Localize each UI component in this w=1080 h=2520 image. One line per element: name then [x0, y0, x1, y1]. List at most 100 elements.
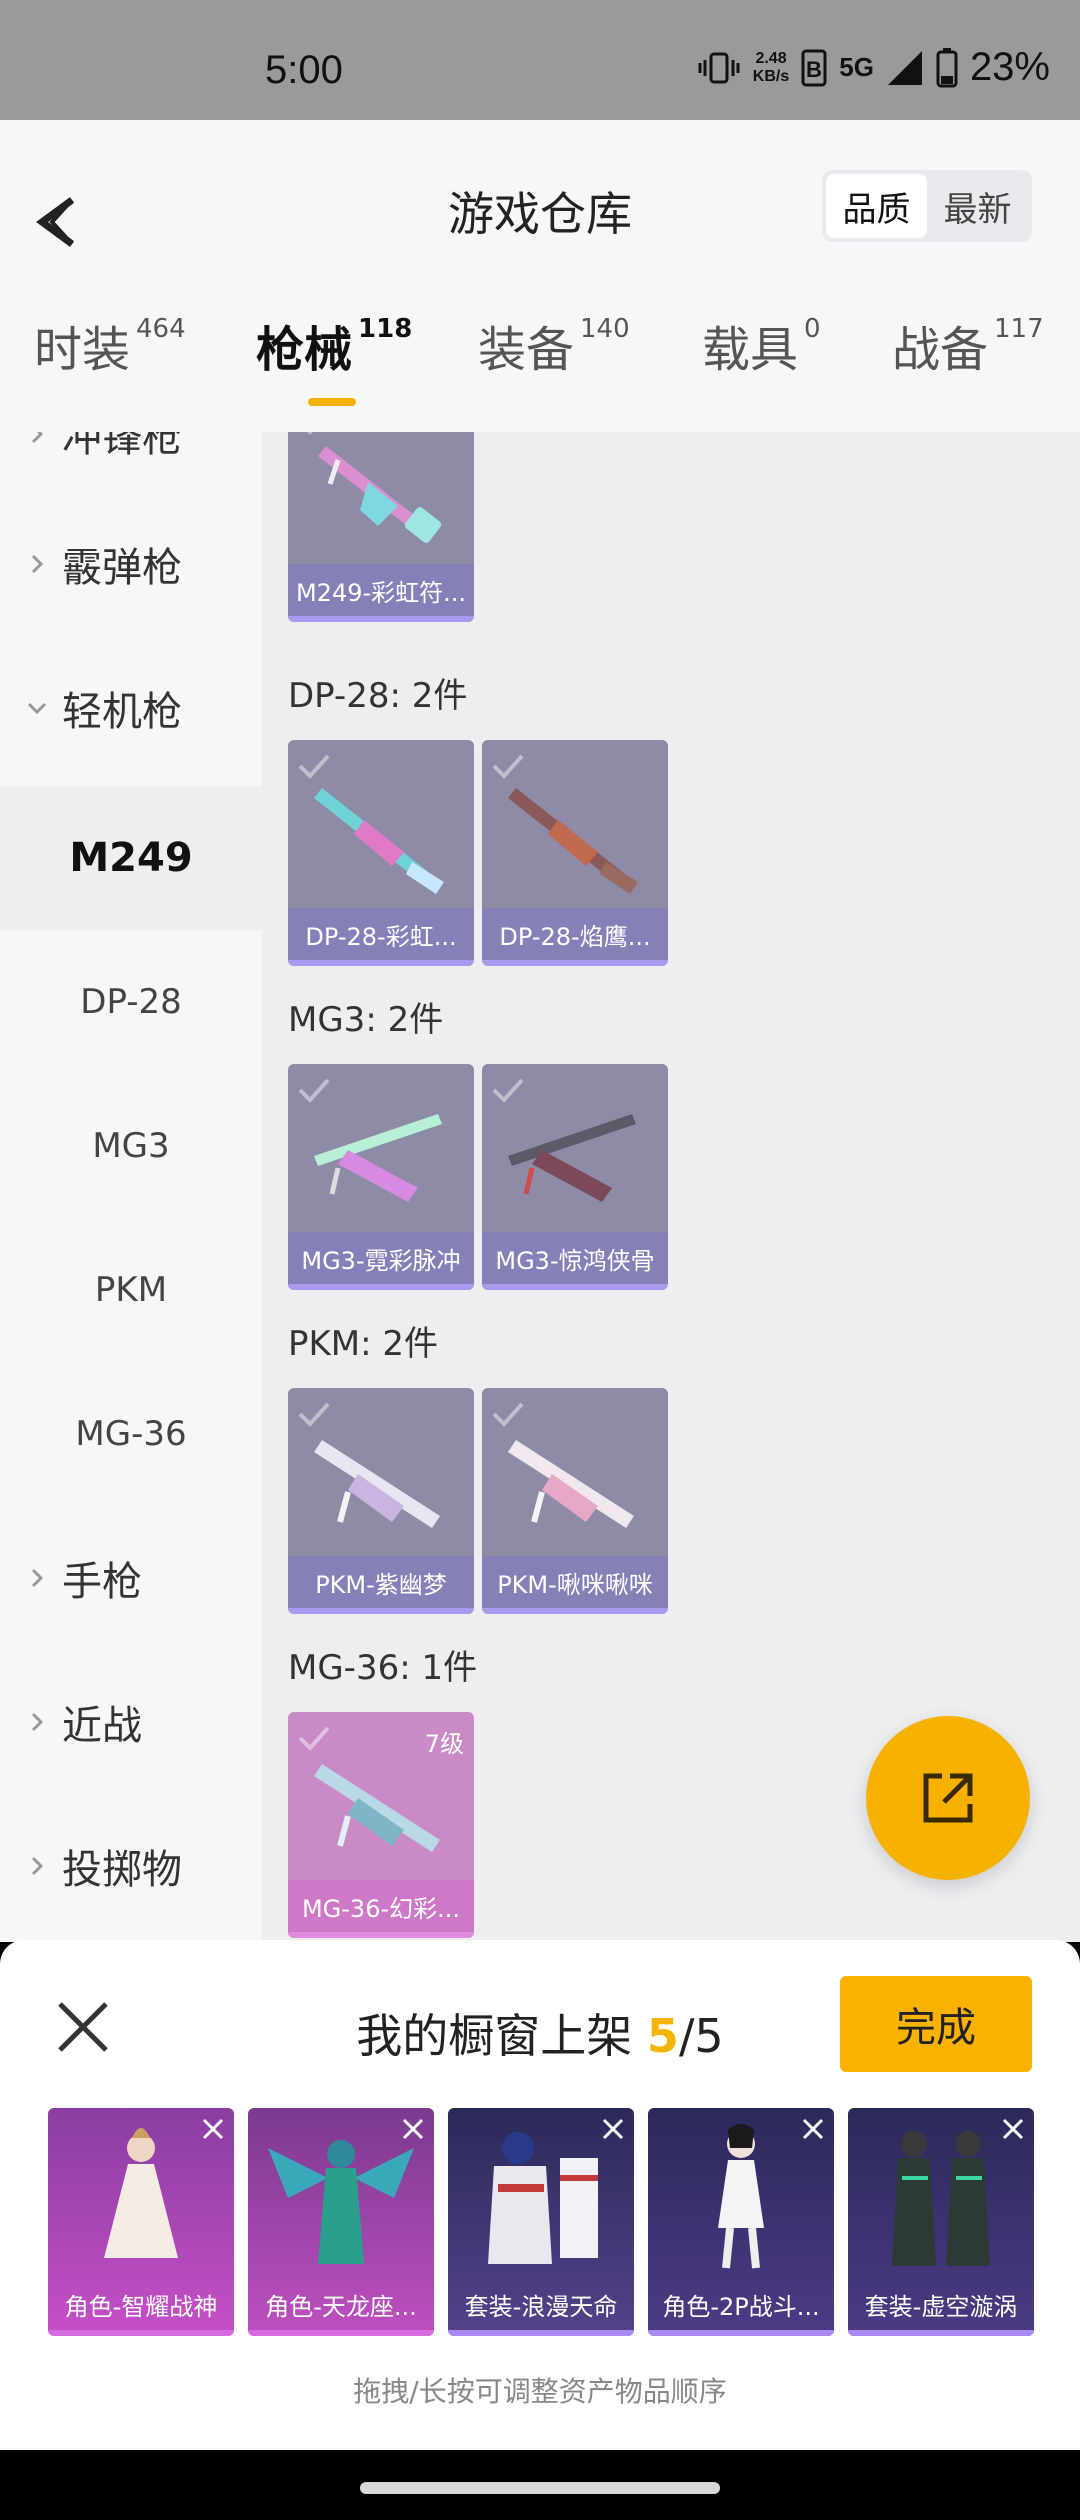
showcase-item-name: 角色-天龙座... [265, 2292, 417, 2321]
sidebar-item-shotgun[interactable]: 霰弹枪 [0, 492, 262, 636]
tab-supplies[interactable]: 战备 117 [892, 310, 1044, 380]
card-bottom-accent [482, 960, 668, 966]
card-bottom-accent [288, 1608, 474, 1614]
tab-equipment[interactable]: 装备 140 [478, 310, 630, 380]
card-bottom-accent [288, 1932, 474, 1938]
battery-percent: 23% [969, 45, 1050, 89]
data-icon: B [801, 49, 827, 86]
chevron-right-icon [31, 1712, 44, 1732]
showcase-sheet: 我的橱窗上架 5/5 完成 角色-智耀战神 角色-天龙座... 套装-浪漫天命 … [0, 1940, 1080, 2450]
chevron-right-icon [31, 1856, 44, 1876]
weapon-card[interactable]: M249-彩虹符... [288, 432, 474, 622]
share-fab-button[interactable] [866, 1716, 1030, 1880]
sidebar-item-m249[interactable]: M249 [0, 786, 262, 930]
item-bottom-accent [48, 2330, 234, 2336]
gun-image [318, 446, 442, 543]
chevron-right-icon [31, 1568, 44, 1588]
weapon-card[interactable]: MG3-惊鸿侠骨 [482, 1064, 668, 1290]
showcase-item[interactable]: 角色-天龙座... [248, 2108, 434, 2336]
tab-firearms[interactable]: 枪械 118 [256, 310, 412, 380]
showcase-item-name: 角色-2P战斗... [662, 2292, 820, 2321]
item-bottom-accent [448, 2330, 634, 2336]
tab-vehicles[interactable]: 载具 0 [702, 310, 821, 380]
weapon-category-sidebar: 冲锋枪 霰弹枪 轻机枪 M249 DP-28 MG3 PKM MG-36 手枪 … [0, 432, 262, 1942]
done-button[interactable]: 完成 [840, 1976, 1032, 2072]
signal-icon [887, 50, 922, 85]
network-type: 5G [839, 52, 874, 82]
card-bottom-accent [288, 616, 474, 622]
weapon-grid: M249-彩虹符... DP-28: 2件 DP-28-彩虹... DP-28-… [262, 432, 1080, 1942]
card-bottom-accent [288, 960, 474, 966]
card-bottom-accent [482, 1608, 668, 1614]
item-bottom-accent [248, 2330, 434, 2336]
chevron-right-icon [31, 554, 44, 574]
sidebar-item-lmg[interactable]: 轻机枪 [0, 636, 262, 780]
weapon-card[interactable]: PKM-紫幽梦 [288, 1388, 474, 1614]
svg-text:B: B [806, 57, 822, 82]
showcase-item-name: 角色-智耀战神 [64, 2292, 218, 2321]
battery-icon [936, 47, 958, 87]
item-bottom-accent [848, 2330, 1034, 2336]
remove-item-icon[interactable] [800, 2116, 826, 2142]
gun-image [508, 1114, 636, 1202]
export-icon [923, 1773, 973, 1823]
chevron-right-icon [31, 432, 44, 444]
showcase-item-name: 套装-浪漫天命 [464, 2292, 618, 2321]
showcase-item[interactable]: 套装-虚空漩涡 [848, 2108, 1034, 2336]
system-nav-bar [0, 2450, 1080, 2520]
remove-item-icon[interactable] [400, 2116, 426, 2142]
weapon-card-name: DP-28-彩虹... [288, 908, 474, 960]
gun-image [314, 788, 444, 894]
weapon-card-name: MG-36-幻彩... [288, 1880, 474, 1932]
sidebar-item-throwable[interactable]: 投掷物 [0, 1794, 262, 1938]
weapon-card[interactable]: 7级 MG-36-幻彩... [288, 1712, 474, 1938]
sidebar-item-mg36[interactable]: MG-36 [0, 1362, 262, 1506]
status-bar: 5:00 2.48 KB/s B 5G 23% [0, 0, 1080, 120]
weapon-card-name: PKM-啾咪啾咪 [482, 1556, 668, 1608]
showcase-item-name: 套装-虚空漩涡 [864, 2292, 1018, 2321]
sidebar-item-pkm[interactable]: PKM [0, 1218, 262, 1362]
weapon-card-name: M249-彩虹符... [288, 564, 474, 616]
showcase-item[interactable]: 套装-浪漫天命 [448, 2108, 634, 2336]
weapon-card-name: MG3-惊鸿侠骨 [482, 1232, 668, 1284]
item-bottom-accent [648, 2330, 834, 2336]
weapon-card-name: PKM-紫幽梦 [288, 1556, 474, 1608]
app-header: 游戏仓库 品质 最新 时装 464 枪械 118 装备 140 载具 0 战备 117 [0, 120, 1080, 432]
weapon-card[interactable]: MG3-霓彩脉冲 [288, 1064, 474, 1290]
group-title-mg36: MG-36: 1件 [288, 1648, 478, 1688]
chevron-down-icon [27, 702, 47, 715]
reorder-hint: 拖拽/长按可调整资产物品顺序 [353, 2375, 727, 2408]
sidebar-item-mg3[interactable]: MG3 [0, 1074, 262, 1218]
showcase-item[interactable]: 角色-智耀战神 [48, 2108, 234, 2336]
group-title-dp28: DP-28: 2件 [288, 676, 468, 716]
gun-image [508, 1440, 634, 1528]
tab-active-indicator [308, 398, 356, 406]
net-speed: 2.48 KB/s [752, 49, 790, 85]
vibrate-icon [698, 52, 740, 83]
sidebar-item-pistol[interactable]: 手枪 [0, 1506, 262, 1650]
sort-quality-option[interactable]: 品质 [826, 174, 927, 238]
home-gesture-handle[interactable] [360, 2482, 720, 2494]
group-title-mg3: MG3: 2件 [288, 1000, 444, 1040]
weapon-card-name: MG3-霓彩脉冲 [288, 1232, 474, 1284]
status-time: 5:00 [265, 48, 343, 92]
weapon-card[interactable]: PKM-啾咪啾咪 [482, 1388, 668, 1614]
weapon-card[interactable]: DP-28-彩虹... [288, 740, 474, 966]
gun-image [314, 1440, 440, 1528]
remove-item-icon[interactable] [200, 2116, 226, 2142]
weapon-card[interactable]: DP-28-焰鹰... [482, 740, 668, 966]
remove-item-icon[interactable] [600, 2116, 626, 2142]
sidebar-item-dp28[interactable]: DP-28 [0, 930, 262, 1074]
sidebar-item-melee[interactable]: 近战 [0, 1650, 262, 1794]
remove-item-icon[interactable] [1000, 2116, 1026, 2142]
sort-newest-option[interactable]: 最新 [927, 174, 1028, 238]
card-bottom-accent [482, 1284, 668, 1290]
card-bottom-accent [288, 1284, 474, 1290]
gun-image [508, 788, 638, 894]
tab-fashion[interactable]: 时装 464 [34, 310, 186, 380]
category-tabs: 时装 464 枪械 118 装备 140 载具 0 战备 117 [0, 310, 1080, 420]
gun-image [314, 1114, 442, 1202]
showcase-item[interactable]: 角色-2P战斗... [648, 2108, 834, 2336]
sort-toggle: 品质 最新 [822, 170, 1032, 242]
status-icons: 2.48 KB/s B 5G 23% [697, 45, 1050, 90]
